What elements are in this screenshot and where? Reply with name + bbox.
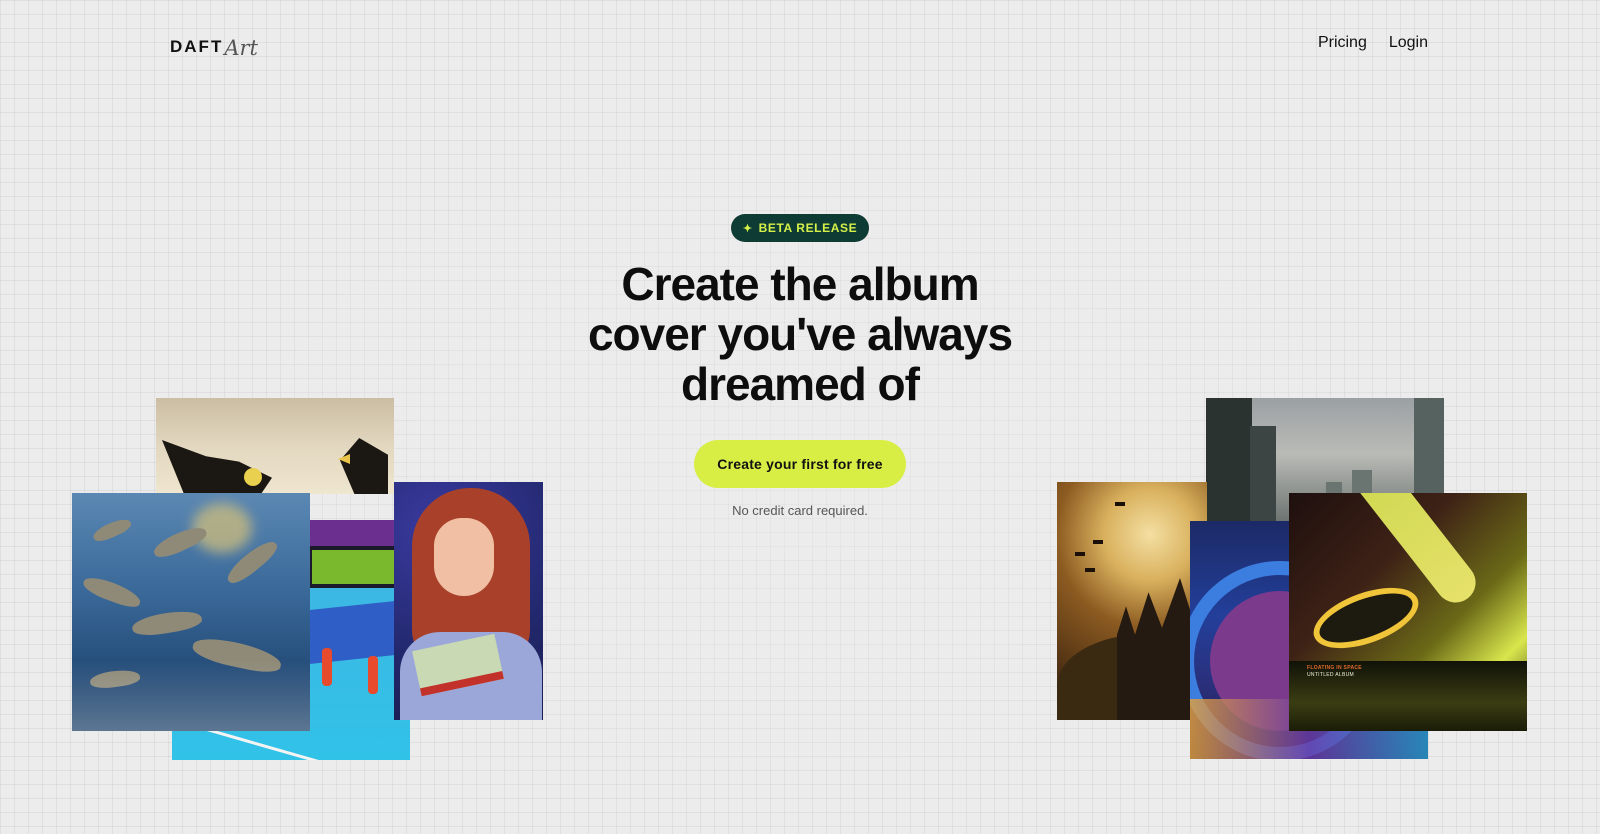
beta-badge: ✦ BETA RELEASE [730,214,870,242]
album-caption: FLOATING IN SPACE UNTITLED ALBUM [1307,665,1362,679]
logo-wordmark: DAFT [170,37,224,56]
daft-art-logo[interactable]: DAFT Art [170,30,258,60]
bat-shape [1093,540,1103,544]
hero-headline: Create the album cover you've always dre… [587,258,1013,410]
create-free-button[interactable]: Create your first for free [694,440,906,488]
player-figure [368,656,378,694]
beta-badge-label: BETA RELEASE [758,221,858,235]
headline-line-2: cover you've always [587,308,1013,360]
eagle-beak [244,468,262,486]
dolphin-shape [90,515,134,545]
bat-shape [1085,568,1095,572]
eagles-artwork [156,398,394,494]
album-caption-title: FLOATING IN SPACE [1307,665,1362,671]
nav-login-link[interactable]: Login [1389,34,1428,52]
nav-pricing-link[interactable]: Pricing [1318,34,1367,52]
sea-waves [72,661,310,731]
no-credit-card-note: No credit card required. [732,503,868,518]
dolphin-shape [150,522,210,562]
comet-artwork: FLOATING IN SPACE UNTITLED ALBUM [1289,493,1527,731]
top-nav: Pricing Login [1318,34,1428,52]
bat-shape [1115,502,1125,506]
headline-line-3: dreamed of [681,358,920,410]
castle-moon-artwork [1057,482,1207,720]
tower-shape [1250,426,1276,522]
album-caption-subtitle: UNTITLED ALBUM [1307,672,1354,678]
comet-disc [1305,575,1427,661]
eagle-shape [340,438,388,494]
girl-face [434,518,494,596]
dolphin-shape [223,535,281,589]
reading-girl-artwork [394,482,543,720]
dolphins-artwork [72,493,310,731]
headline-line-1: Create the album [621,258,979,310]
tower-shape [1206,398,1252,522]
player-figure [322,648,332,686]
dolphin-shape [130,607,204,639]
dolphin-shape [80,573,144,611]
bat-shape [1075,552,1085,556]
eagle-shape [162,440,272,494]
sparkle-icon: ✦ [742,222,753,235]
logo-script: Art [224,36,258,60]
